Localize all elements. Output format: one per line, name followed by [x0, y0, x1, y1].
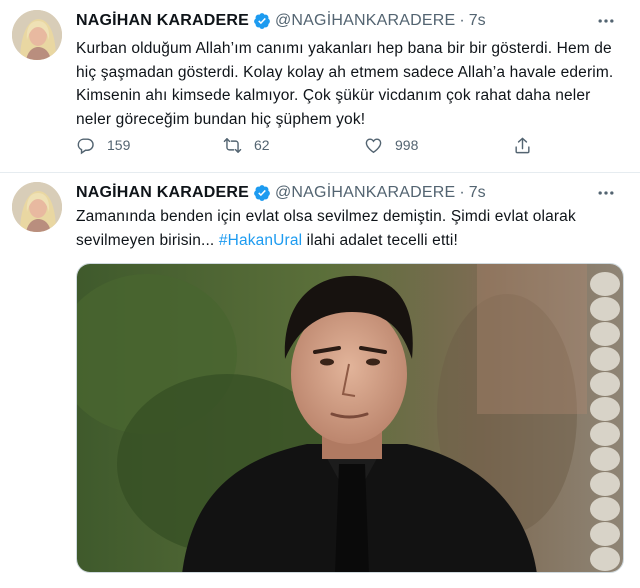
hashtag-link[interactable]: #HakanUral — [219, 232, 302, 249]
tweet-header: NAGİHAN KARADERE @NAGİHANKARADERE · 7s — [76, 11, 624, 31]
verified-badge-icon — [253, 12, 271, 30]
separator-dot: · — [459, 12, 465, 29]
more-icon[interactable] — [594, 183, 618, 203]
avatar[interactable] — [12, 182, 62, 232]
separator-dot: · — [459, 184, 465, 201]
reply-count: 159 — [107, 137, 131, 153]
avatar[interactable] — [12, 10, 62, 60]
tweet[interactable]: NAGİHAN KARADERE @NAGİHANKARADERE · 7s Z… — [0, 172, 640, 588]
action-bar: 159 62 998 — [76, 134, 546, 156]
share-icon — [513, 136, 532, 155]
tweet-text: Zamanında benden için evlat olsa sevilme… — [76, 205, 626, 252]
tweet[interactable]: NAGİHAN KARADERE @NAGİHANKARADERE · 7s K… — [0, 0, 640, 172]
reply-icon — [76, 136, 95, 155]
timestamp[interactable]: 7s — [469, 11, 486, 31]
author-name[interactable]: NAGİHAN KARADERE — [76, 11, 249, 31]
timestamp[interactable]: 7s — [469, 183, 486, 203]
like-count: 998 — [395, 137, 419, 153]
like-icon — [364, 136, 383, 155]
author-name[interactable]: NAGİHAN KARADERE — [76, 183, 249, 203]
more-icon[interactable] — [594, 11, 618, 31]
author-handle[interactable]: @NAGİHANKARADERE — [275, 183, 455, 203]
retweet-count: 62 — [254, 137, 270, 153]
verified-badge-icon — [253, 184, 271, 202]
tweet-header: NAGİHAN KARADERE @NAGİHANKARADERE · 7s — [76, 183, 624, 203]
reply-button[interactable]: 159 — [76, 134, 130, 156]
retweet-icon — [223, 136, 242, 155]
share-button[interactable] — [513, 134, 532, 156]
author-handle[interactable]: @NAGİHANKARADERE — [275, 11, 455, 31]
like-button[interactable]: 998 — [364, 134, 418, 156]
tweet-photo[interactable] — [76, 263, 624, 573]
tweet-text: Kurban olduğum Allah’ım canımı yakanları… — [76, 40, 614, 128]
tweet-text-part: ilahi adalet tecelli etti! — [302, 231, 458, 249]
retweet-button[interactable]: 62 — [223, 134, 270, 156]
